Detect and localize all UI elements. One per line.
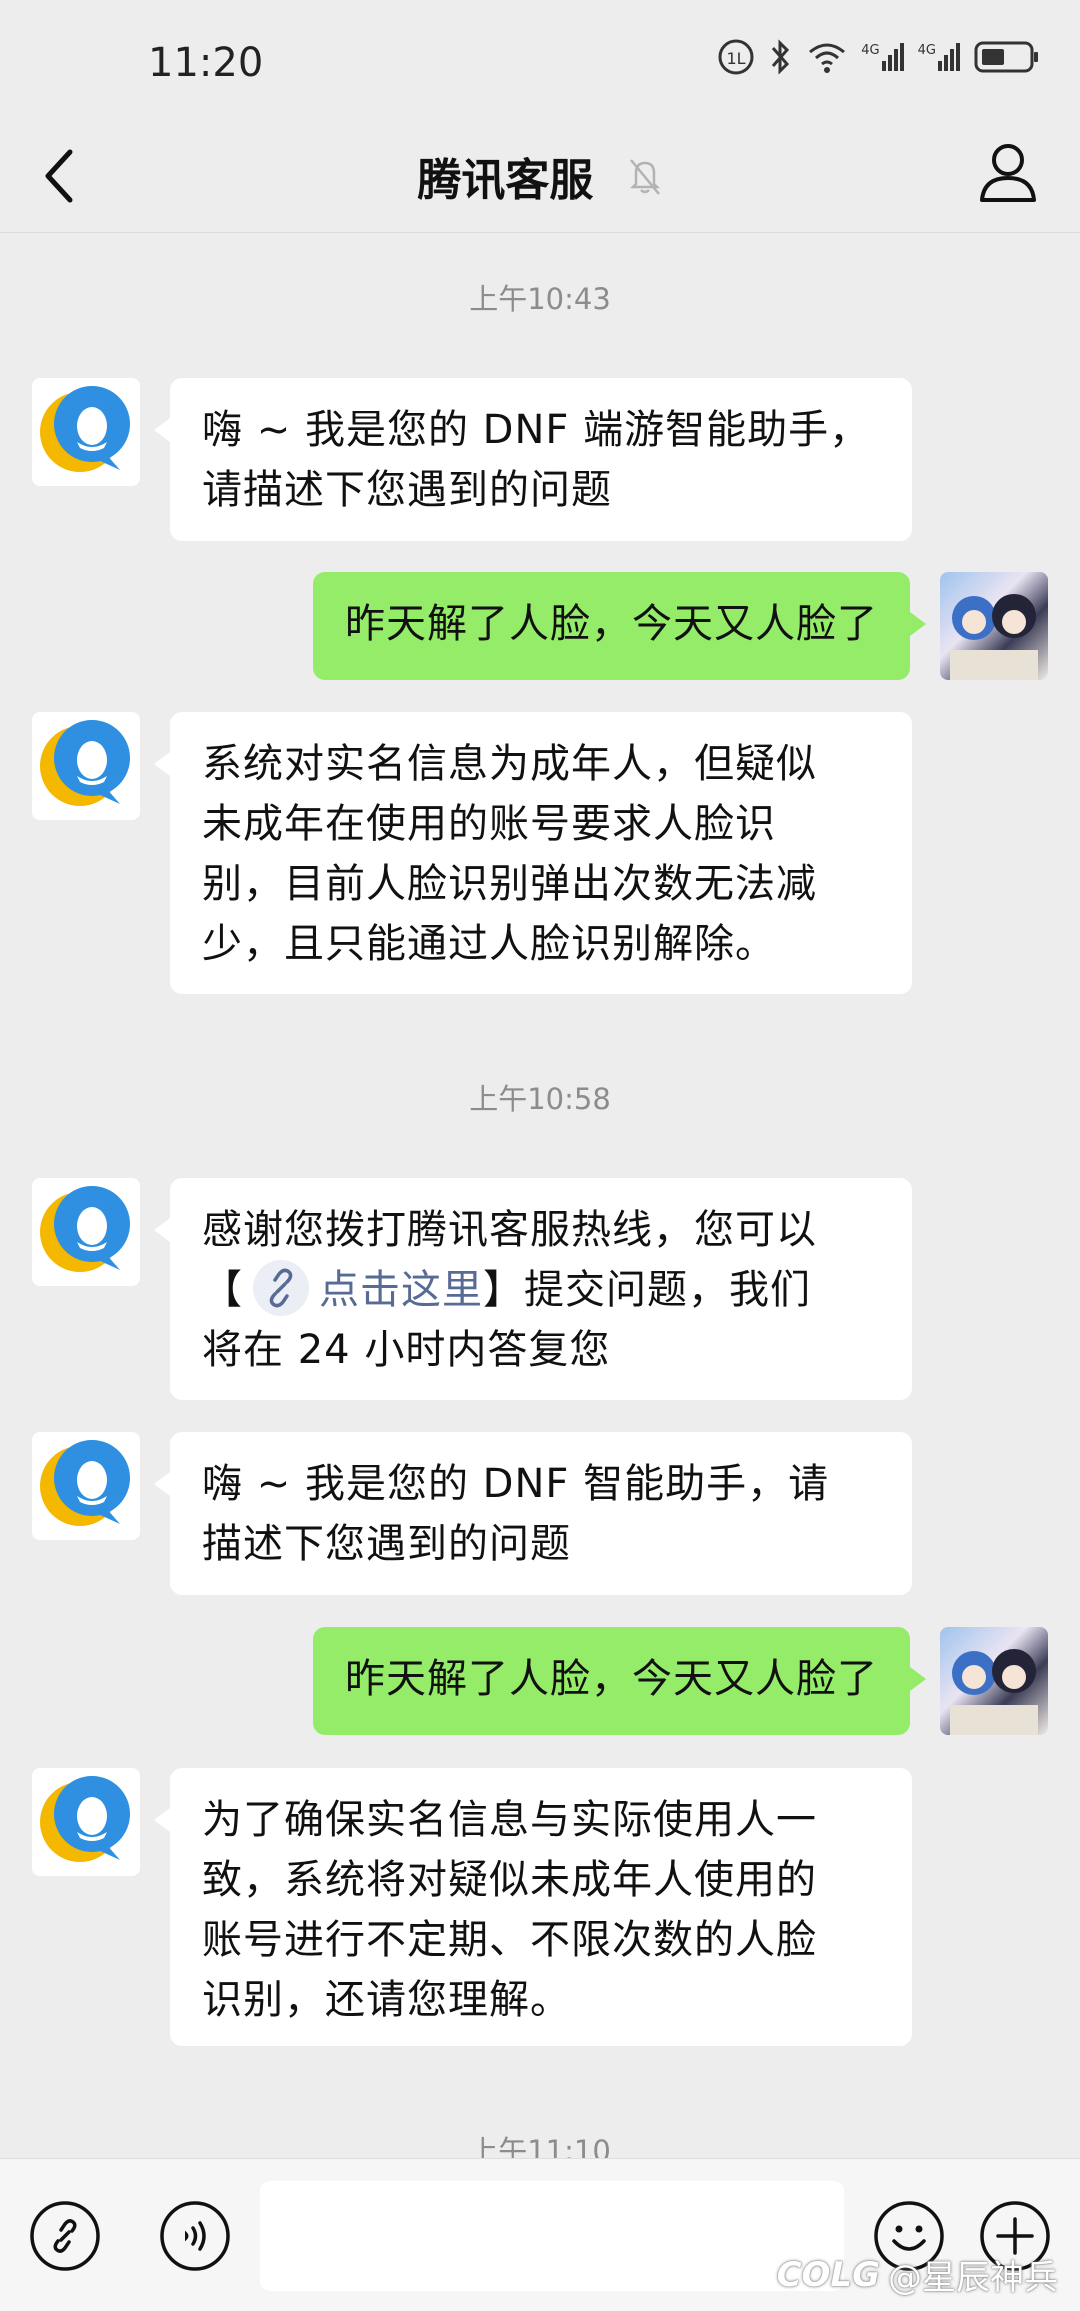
message-bubble-received[interactable]: 嗨 ~ 我是您的 DNF 智能助手，请 描述下您遇到的问题 — [154, 1432, 912, 1595]
status-icons: 1L 4G 4G — [717, 38, 1040, 76]
profile-icon[interactable] — [978, 140, 1038, 204]
message-text-line: 识别，还请您理解。 — [202, 1977, 571, 2023]
message-text-line: 少，且只能通过人脸识别解除。 — [202, 921, 776, 967]
user-avatar[interactable] — [940, 572, 1048, 680]
signal-4g-2: 4G — [918, 43, 960, 71]
message-text-line: 请描述下您遇到的问题 — [202, 467, 612, 513]
message-text-line: 账号进行不定期、不限次数的人脸 — [202, 1917, 817, 1963]
tencent-service-logo-icon — [40, 1440, 130, 1526]
voice-input-icon[interactable] — [158, 2199, 232, 2273]
tencent-service-logo-icon — [40, 386, 130, 472]
message-text-line: 将在 24 小时内答复您 — [202, 1327, 611, 1373]
bot-avatar[interactable] — [32, 1178, 140, 1286]
message-text-line: 描述下您遇到的问题 — [202, 1521, 571, 1567]
tencent-service-logo-icon — [40, 1186, 130, 1272]
timestamp: 上午10:58 — [469, 1082, 611, 1116]
message-input[interactable] — [260, 2181, 844, 2291]
message-text-line: 【 点击这里】提交问题，我们 — [202, 1260, 880, 1320]
message-bubble-received[interactable]: 为了确保实名信息与实际使用人一 致，系统将对疑似未成年人使用的 账号进行不定期、… — [154, 1768, 912, 2046]
message-text: 昨天解了人脸，今天又人脸了 — [345, 601, 878, 647]
message-bubble-received[interactable]: 嗨 ~ 我是您的 DNF 端游智能助手， 请描述下您遇到的问题 — [154, 378, 912, 541]
bot-avatar[interactable] — [32, 712, 140, 820]
svg-text:1L: 1L — [727, 49, 746, 68]
tencent-service-logo-icon — [40, 1776, 130, 1862]
chat-title: 腾讯客服 — [417, 155, 594, 206]
click-here-link[interactable]: 点击这里 — [319, 1267, 483, 1313]
anime-avatar-image — [950, 594, 1038, 680]
mini-program-link-icon[interactable] — [253, 1260, 309, 1316]
signal-4g-1: 4G — [861, 43, 904, 71]
message-text-line: 感谢您拨打腾讯客服热线，您可以 — [202, 1207, 817, 1253]
message-text-line: 嗨 ~ 我是您的 DNF 端游智能助手， — [202, 407, 871, 453]
message-bubble-received[interactable]: 感谢您拨打腾讯客服热线，您可以 【 点击这里】提交问题，我们 将在 24 小时内答… — [154, 1178, 912, 1400]
bracket-open: 【 — [202, 1267, 243, 1313]
bot-avatar[interactable] — [32, 1768, 140, 1876]
wifi-icon — [809, 43, 846, 73]
bluetooth-icon — [772, 39, 790, 75]
watermark-logo: COLG — [776, 2254, 880, 2295]
message-text-line: 为了确保实名信息与实际使用人一 — [202, 1797, 817, 1843]
status-time: 11:20 — [148, 40, 264, 86]
message-text-line: 嗨 ~ 我是您的 DNF 智能助手，请 — [202, 1461, 830, 1507]
chat-title-group: 腾讯客服 — [0, 144, 1080, 208]
watermark: COLG @星辰神兵 — [777, 2250, 1058, 2299]
mini-program-icon[interactable] — [28, 2199, 102, 2273]
battery-icon — [974, 41, 1038, 73]
bot-avatar[interactable] — [32, 1432, 140, 1540]
user-avatar[interactable] — [940, 1627, 1048, 1735]
bot-avatar[interactable] — [32, 378, 140, 486]
chat-header: 腾讯客服 — [0, 120, 1080, 233]
message-text: 昨天解了人脸，今天又人脸了 — [345, 1656, 878, 1702]
timestamp: 上午10:43 — [469, 282, 611, 316]
tencent-service-logo-icon — [40, 720, 130, 806]
message-text-line: 别，目前人脸识别弹出次数无法减 — [202, 861, 817, 907]
message-bubble-sent[interactable]: 昨天解了人脸，今天又人脸了 — [313, 1627, 926, 1735]
status-bar: 11:20 1L 4G 4G — [0, 0, 1080, 120]
mute-bell-icon — [629, 159, 660, 195]
anime-avatar-image — [950, 1649, 1038, 1735]
message-bubble-received[interactable]: 系统对实名信息为成年人，但疑似 未成年在使用的账号要求人脸识 别，目前人脸识别弹… — [154, 712, 912, 994]
message-bubble-sent[interactable]: 昨天解了人脸，今天又人脸了 — [313, 572, 926, 680]
watermark-text: @星辰神兵 — [888, 2258, 1058, 2298]
message-text-line: 系统对实名信息为成年人，但疑似 — [202, 741, 817, 787]
hd-call-icon: 1L — [718, 39, 754, 75]
message-text-segment: 】提交问题，我们 — [483, 1267, 811, 1313]
message-text-line: 致，系统将对疑似未成年人使用的 — [202, 1857, 817, 1903]
message-text-line: 未成年在使用的账号要求人脸识 — [202, 801, 776, 847]
